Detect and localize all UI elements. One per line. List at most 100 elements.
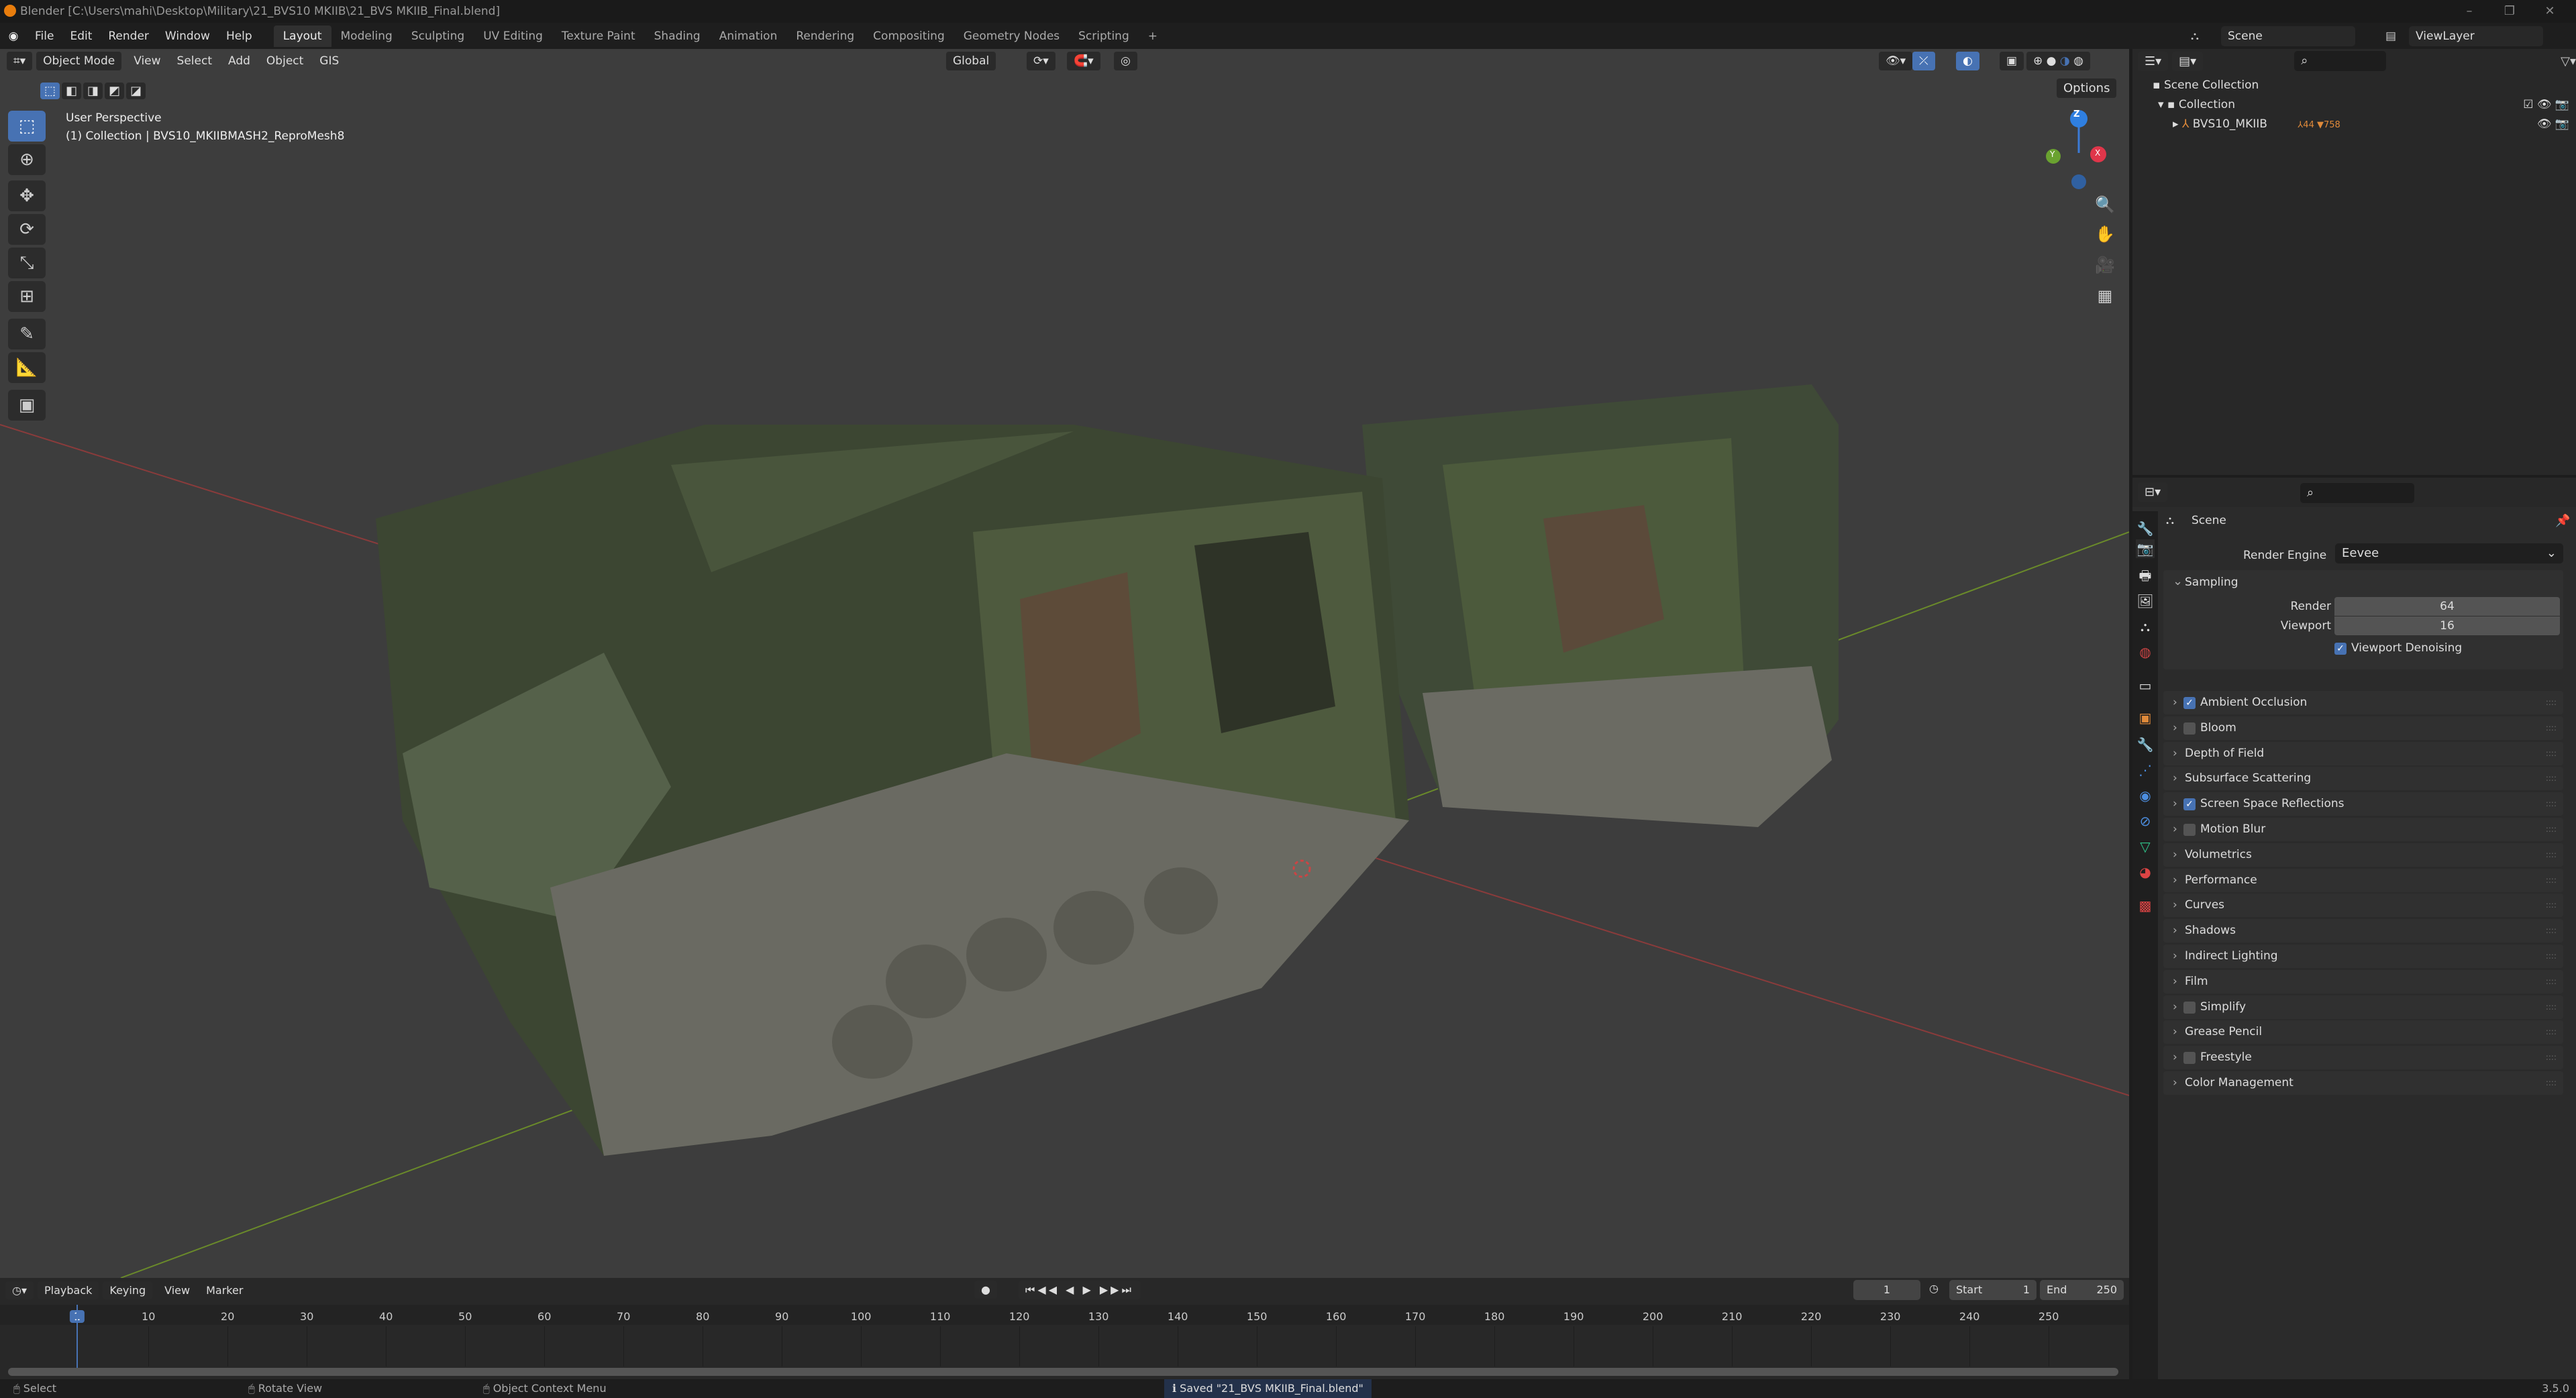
viewport-menu-add[interactable]: Add [220,54,258,68]
children-badge[interactable]: ⅄44 ▼758 [2298,120,2340,130]
gizmo-y-label[interactable]: Y [2050,150,2055,159]
panel-ambient-occlusion[interactable]: › ✓ Ambient Occlusion:::: [2163,691,2563,714]
properties-search-input[interactable]: ⌕ [2300,483,2414,503]
panel-bloom[interactable]: › Bloom:::: [2163,716,2563,740]
panel-checkbox[interactable]: ✓ [2183,798,2196,811]
drag-handle-icon[interactable]: :::: [2546,767,2557,790]
expand-icon[interactable]: › [2173,919,2177,943]
menu-edit[interactable]: Edit [62,30,100,43]
panel-grease-pencil[interactable]: › Grease Pencil:::: [2163,1020,2563,1044]
auto-keying-icon[interactable]: ● [974,1281,997,1299]
measure-tool-icon[interactable]: 📐 [8,352,46,383]
panel-curves[interactable]: › Curves:::: [2163,894,2563,918]
expand-icon[interactable]: › [2173,767,2177,790]
xray-toggle-icon[interactable]: ▣ [2000,52,2024,70]
tab-animation[interactable]: Animation [710,25,787,47]
timeline-editor-type-icon[interactable]: ◷▾ [5,1281,34,1299]
gizmo-toggle-icon[interactable]: ⤫ [1912,52,1935,70]
move-tool-icon[interactable]: ✥ [8,180,46,211]
viewport-denoising-checkbox[interactable]: ✓ [2334,643,2347,655]
marker-menu[interactable]: Marker [198,1284,251,1297]
panel-checkbox[interactable]: ✓ [2183,697,2196,709]
tab-scripting[interactable]: Scripting [1069,25,1139,47]
outliner-object[interactable]: ▸ ⅄ BVS10_MKIIB ⅄44 ▼758 👁 📷 [2132,115,2576,134]
panel-checkbox[interactable] [2183,1001,2196,1014]
outliner-collection[interactable]: ▾ ▪ Collection ☑ 👁 📷 [2132,95,2576,115]
scale-tool-icon[interactable]: ⤡ [8,248,46,278]
end-frame-field[interactable]: End 250 [2040,1280,2124,1300]
collection-tab-icon[interactable]: ▭ [2136,676,2155,695]
panel-checkbox[interactable] [2183,722,2196,735]
panel-screen-space-reflections[interactable]: › ✓ Screen Space Reflections:::: [2163,792,2563,816]
drag-handle-icon[interactable]: :::: [2546,945,2557,968]
world-tab-icon[interactable]: ◍ [2136,643,2155,661]
timeline-view-menu[interactable]: View [156,1284,198,1297]
expand-icon[interactable]: › [2173,1046,2177,1069]
drag-handle-icon[interactable]: :::: [2546,1020,2557,1044]
scene-tab-icon[interactable]: ⛬ [2136,617,2155,636]
tab-sculpting[interactable]: Sculpting [402,25,474,47]
options-dropdown[interactable]: Options [2057,78,2117,98]
zoom-view-icon[interactable]: 🔍 [2092,191,2118,218]
viewport-menu-view[interactable]: View [125,54,168,68]
visibility-icon[interactable]: 👁▾ [1879,52,1913,70]
minimize-button[interactable]: – [2449,0,2489,23]
tab-shading[interactable]: Shading [645,25,710,47]
panel-volumetrics[interactable]: › Volumetrics:::: [2163,843,2563,867]
transform-orientation-dropdown[interactable]: Global [946,52,996,70]
outliner-search-input[interactable]: ⌕ [2294,51,2387,71]
use-preview-range-icon[interactable]: ◷ [1929,1282,1939,1295]
view-layer-selector[interactable]: ViewLayer [2409,25,2543,46]
view-layer-tab-icon[interactable]: 🖼 [2136,592,2155,610]
tab-geometry-nodes[interactable]: Geometry Nodes [954,25,1069,47]
gizmo-x-label[interactable]: X [2095,148,2100,158]
object-mode-dropdown[interactable]: Object Mode [36,52,122,70]
expand-icon[interactable]: › [2173,894,2177,917]
panel-checkbox[interactable] [2183,824,2196,836]
overlay-toggle-icon[interactable]: ◐ [1956,52,1979,70]
expand-icon[interactable]: › [2173,970,2177,993]
pan-view-icon[interactable]: ✋ [2092,221,2118,248]
expand-icon[interactable]: › [2173,742,2177,765]
tab-layout[interactable]: Layout [273,25,331,47]
panel-color-management[interactable]: › Color Management:::: [2163,1071,2563,1095]
maximize-button[interactable]: ❐ [2489,0,2530,23]
scene-selector[interactable]: Scene [2221,25,2355,46]
render-tab-icon[interactable]: 📷 [2136,539,2155,558]
select-extend-icon[interactable]: ◧ [62,83,82,99]
timeline-scrollbar[interactable] [8,1368,2118,1376]
expand-icon[interactable]: › [2173,945,2177,968]
playhead[interactable] [76,1305,78,1368]
viewport-menu-select[interactable]: Select [169,54,220,68]
drag-handle-icon[interactable]: :::: [2546,818,2557,841]
physics-tab-icon[interactable]: ◉ [2136,786,2155,805]
expand-icon[interactable]: › [2173,792,2177,816]
editor-type-icon[interactable]: ⌗▾ [7,52,33,70]
render-samples-field[interactable]: 64 [2334,597,2560,616]
ortho-toggle-icon[interactable]: ▦ [2092,282,2118,309]
panel-subsurface-scattering[interactable]: › Subsurface Scattering:::: [2163,767,2563,791]
menu-window[interactable]: Window [157,30,218,43]
shading-modes[interactable]: ⊕ ● ◑ ◍ [2026,52,2090,70]
expand-icon[interactable]: › [2173,843,2177,867]
panel-freestyle[interactable]: › Freestyle:::: [2163,1046,2563,1070]
sampling-header[interactable]: Sampling [2185,576,2238,589]
panel-indirect-lighting[interactable]: › Indirect Lighting:::: [2163,945,2563,968]
tab-modeling[interactable]: Modeling [331,25,402,47]
rotate-tool-icon[interactable]: ⟳ [8,214,46,245]
panel-checkbox[interactable] [2183,1052,2196,1065]
close-button[interactable]: ✕ [2530,0,2570,23]
drag-handle-icon[interactable]: :::: [2546,970,2557,993]
pivot-point-icon[interactable]: ⟳▾ [1027,52,1055,70]
expand-icon[interactable]: › [2173,691,2177,714]
material-tab-icon[interactable]: ◕ [2136,863,2155,881]
cursor-tool-icon[interactable]: ⊕ [8,144,46,175]
particles-tab-icon[interactable]: ⋰ [2136,761,2155,779]
drag-handle-icon[interactable]: :::: [2546,843,2557,867]
viewport-samples-field[interactable]: 16 [2334,616,2560,635]
pin-icon[interactable]: 📌 [2555,514,2570,528]
playback-controls[interactable]: ⏮◀◀ ◀ ▶ ▶▶⏭ [1019,1281,1141,1299]
display-mode-icon[interactable]: ▤▾ [2172,51,2204,71]
properties-editor-type-icon[interactable]: ⊟▾ [2138,482,2168,502]
keying-menu[interactable]: Keying [103,1281,153,1299]
